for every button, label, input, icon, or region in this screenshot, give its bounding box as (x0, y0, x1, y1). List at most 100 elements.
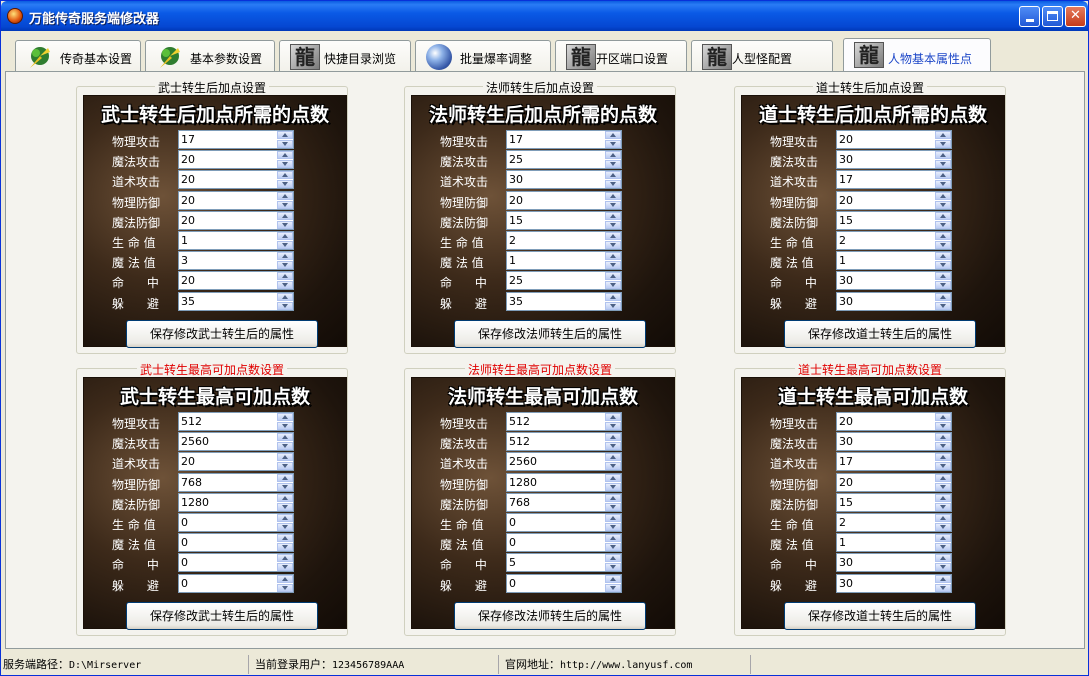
attribute-value[interactable]: 0 (509, 577, 516, 590)
attribute-spin-input[interactable]: 30 (836, 291, 952, 311)
spin-down-arrow-icon[interactable] (605, 442, 621, 451)
spin-up-arrow-icon[interactable] (277, 171, 293, 180)
spin-down-arrow-icon[interactable] (605, 200, 621, 209)
spin-up-arrow-icon[interactable] (935, 232, 951, 240)
spin-up-arrow-icon[interactable] (935, 473, 951, 482)
attribute-spin-input[interactable]: 30 (836, 573, 952, 593)
spin-down-arrow-icon[interactable] (935, 261, 951, 270)
attribute-value[interactable]: 17 (181, 133, 195, 146)
spin-up-arrow-icon[interactable] (605, 493, 621, 502)
spin-down-arrow-icon[interactable] (935, 160, 951, 169)
spin-down-arrow-icon[interactable] (935, 502, 951, 511)
spin-up-arrow-icon[interactable] (605, 171, 621, 180)
attribute-value[interactable]: 30 (839, 295, 853, 308)
attribute-value[interactable]: 20 (181, 455, 195, 468)
spin-down-arrow-icon[interactable] (605, 281, 621, 290)
spin-down-arrow-icon[interactable] (277, 160, 293, 169)
attribute-value[interactable]: 512 (509, 435, 530, 448)
spin-down-arrow-icon[interactable] (277, 502, 293, 511)
spin-up-arrow-icon[interactable] (605, 554, 621, 563)
tab-quick-directory[interactable]: 龍 快捷目录浏览 (279, 40, 411, 72)
attribute-spin-input[interactable]: 30 (836, 432, 952, 452)
spin-down-arrow-icon[interactable] (935, 200, 951, 209)
spin-up-arrow-icon[interactable] (605, 514, 621, 522)
attribute-spin-input[interactable]: 1 (836, 251, 952, 271)
spin-up-arrow-icon[interactable] (605, 151, 621, 160)
attribute-spin-input[interactable]: 20 (836, 190, 952, 210)
spin-up-arrow-icon[interactable] (935, 131, 951, 139)
spin-up-arrow-icon[interactable] (605, 292, 621, 301)
spin-down-arrow-icon[interactable] (277, 563, 293, 572)
attribute-spin-input[interactable]: 15 (836, 492, 952, 512)
attribute-value[interactable]: 768 (509, 496, 530, 509)
attribute-spin-input[interactable]: 1280 (506, 472, 622, 492)
attribute-value[interactable]: 30 (839, 274, 853, 287)
attribute-value[interactable]: 30 (509, 173, 523, 186)
spin-down-arrow-icon[interactable] (935, 220, 951, 229)
attribute-spin-input[interactable]: 5 (506, 553, 622, 573)
attribute-value[interactable]: 0 (181, 577, 188, 590)
spin-up-arrow-icon[interactable] (277, 272, 293, 281)
spin-down-arrow-icon[interactable] (935, 563, 951, 572)
spin-up-arrow-icon[interactable] (935, 453, 951, 462)
spin-down-arrow-icon[interactable] (277, 241, 293, 249)
minimize-button[interactable] (1019, 6, 1040, 27)
attribute-value[interactable]: 1 (839, 254, 846, 267)
attribute-value[interactable]: 3 (181, 254, 188, 267)
save-attributes-button[interactable]: 保存修改武士转生后的属性 (126, 602, 318, 630)
spin-up-arrow-icon[interactable] (277, 151, 293, 160)
attribute-value[interactable]: 30 (839, 556, 853, 569)
attribute-value[interactable]: 20 (509, 194, 523, 207)
attribute-value[interactable]: 1 (839, 536, 846, 549)
attribute-value[interactable]: 15 (839, 496, 853, 509)
spin-down-arrow-icon[interactable] (935, 281, 951, 290)
spin-down-arrow-icon[interactable] (605, 140, 621, 148)
attribute-spin-input[interactable]: 20 (836, 130, 952, 149)
spin-down-arrow-icon[interactable] (935, 180, 951, 189)
spin-down-arrow-icon[interactable] (935, 301, 951, 310)
attribute-spin-input[interactable]: 20 (836, 412, 952, 431)
spin-down-arrow-icon[interactable] (935, 482, 951, 491)
attribute-spin-input[interactable]: 15 (506, 210, 622, 230)
spin-down-arrow-icon[interactable] (277, 442, 293, 451)
attribute-spin-input[interactable]: 512 (178, 412, 294, 431)
attribute-spin-input[interactable]: 0 (506, 533, 622, 553)
attribute-value[interactable]: 512 (181, 415, 202, 428)
spin-down-arrow-icon[interactable] (935, 140, 951, 148)
spin-down-arrow-icon[interactable] (935, 462, 951, 471)
attribute-value[interactable]: 0 (509, 516, 516, 529)
spin-down-arrow-icon[interactable] (277, 281, 293, 290)
attribute-value[interactable]: 20 (181, 214, 195, 227)
attribute-value[interactable]: 25 (509, 153, 523, 166)
spin-down-arrow-icon[interactable] (277, 462, 293, 471)
attribute-value[interactable]: 30 (839, 577, 853, 590)
attribute-value[interactable]: 2560 (509, 455, 537, 468)
spin-up-arrow-icon[interactable] (935, 554, 951, 563)
spin-down-arrow-icon[interactable] (605, 180, 621, 189)
spin-up-arrow-icon[interactable] (277, 131, 293, 139)
attribute-spin-input[interactable]: 0 (506, 573, 622, 593)
attribute-spin-input[interactable]: 35 (178, 291, 294, 311)
website-link[interactable]: http://www.lanyusf.com (560, 660, 692, 671)
attribute-spin-input[interactable]: 30 (836, 271, 952, 291)
attribute-spin-input[interactable]: 20 (506, 190, 622, 210)
attribute-spin-input[interactable]: 1 (506, 251, 622, 271)
attribute-value[interactable]: 17 (839, 455, 853, 468)
close-button[interactable]: ✕ (1065, 6, 1086, 27)
spin-up-arrow-icon[interactable] (935, 433, 951, 442)
app-icon[interactable] (7, 8, 23, 24)
attribute-value[interactable]: 20 (181, 194, 195, 207)
spin-down-arrow-icon[interactable] (605, 583, 621, 592)
spin-up-arrow-icon[interactable] (277, 514, 293, 522)
attribute-spin-input[interactable]: 17 (506, 130, 622, 149)
spin-down-arrow-icon[interactable] (277, 200, 293, 209)
spin-up-arrow-icon[interactable] (935, 211, 951, 220)
attribute-value[interactable]: 1280 (181, 496, 209, 509)
attribute-value[interactable]: 17 (509, 133, 523, 146)
spin-up-arrow-icon[interactable] (935, 493, 951, 502)
attribute-value[interactable]: 2560 (181, 435, 209, 448)
spin-up-arrow-icon[interactable] (277, 252, 293, 261)
attribute-spin-input[interactable]: 3 (178, 251, 294, 271)
attribute-spin-input[interactable]: 0 (178, 513, 294, 532)
spin-up-arrow-icon[interactable] (277, 493, 293, 502)
